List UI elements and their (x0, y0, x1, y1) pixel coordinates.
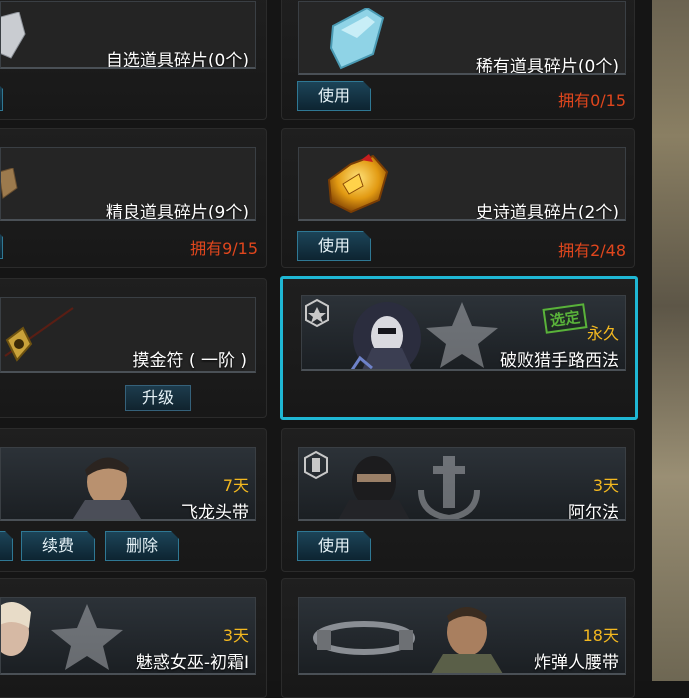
item-duration: 3天 (592, 476, 619, 495)
item-duration: 7天 (222, 476, 249, 495)
item-name: 飞龙头带 (181, 503, 249, 521)
item-card-fine-fragment[interactable]: 精良道具碎片(9个) 拥有9/15 (0, 128, 267, 268)
item-duration: 永久 (586, 324, 619, 343)
item-duration: 18天 (582, 626, 619, 645)
owned-count: 拥有9/15 (190, 239, 258, 258)
item-name: 史诗道具碎片(2个) (475, 203, 619, 221)
item-thumb: 7天 飞龙头带 (0, 447, 256, 521)
use-button[interactable]: 使用 (297, 531, 371, 561)
item-thumb: 3天 魅惑女巫-初霜Ⅰ (0, 597, 256, 675)
item-name: 炸弹人腰带 (534, 653, 619, 673)
item-thumb: 摸金符 ( 一阶 ) (0, 297, 256, 373)
character-portrait (1, 602, 31, 656)
item-name: 精良道具碎片(9个) (105, 203, 249, 221)
star-emblem (426, 302, 498, 368)
use-button[interactable] (0, 229, 3, 259)
use-button[interactable] (0, 531, 13, 561)
item-card-witch[interactable]: 3天 魅惑女巫-初霜Ⅰ (0, 578, 267, 698)
item-card-flying-dragon-headband[interactable]: 7天 飞龙头带 续费 删除 (0, 428, 267, 572)
item-name: 破败猎手路西法 (500, 351, 619, 371)
item-name: 摸金符 ( 一阶 ) (132, 351, 247, 371)
item-card-bomber-belt[interactable]: 18天 炸弹人腰带 (281, 578, 635, 698)
item-thumb: 稀有道具碎片(0个) (298, 1, 626, 75)
rank-badge-icon (305, 298, 329, 328)
character-portrait (338, 456, 410, 519)
use-button[interactable]: 使用 (297, 231, 371, 261)
item-thumb: 史诗道具碎片(2个) (298, 147, 626, 221)
item-thumb: 自选道具碎片(0个) (0, 1, 256, 69)
use-button[interactable]: 使用 (297, 81, 371, 111)
selected-stamp: 选定 (542, 303, 588, 334)
item-name: 阿尔法 (568, 503, 619, 521)
wreath-emblem (418, 456, 480, 519)
item-card-epic-fragment[interactable]: 史诗道具碎片(2个) 使用 拥有2/48 (281, 128, 635, 268)
item-card-rare-fragment[interactable]: 稀有道具碎片(0个) 使用 拥有0/15 (281, 0, 635, 120)
renew-button[interactable]: 续费 (21, 531, 95, 561)
item-card-alpha[interactable]: 3天 阿尔法 使用 (281, 428, 635, 572)
rank-badge-icon (304, 450, 328, 480)
item-card-custom-fragment[interactable]: 自选道具碎片(0个) (0, 0, 267, 120)
item-name: 自选道具碎片(0个) (105, 51, 249, 69)
crystal-icon (1, 12, 26, 59)
item-card-mojin-talisman[interactable]: 摸金符 ( 一阶 ) 升级 (0, 278, 267, 418)
owned-count: 拥有0/15 (558, 91, 626, 110)
item-thumb: 精良道具碎片(9个) (0, 147, 256, 221)
fine-fragment-icon (1, 168, 18, 199)
item-thumb: 选定 永久 破败猎手路西法 (301, 295, 626, 371)
upgrade-button[interactable]: 升级 (125, 385, 191, 411)
item-name: 稀有道具碎片(0个) (475, 57, 619, 75)
item-card-lucifer[interactable]: 选定 永久 破败猎手路西法 (280, 276, 638, 420)
item-duration: 3天 (222, 626, 249, 645)
character-portrait (431, 607, 503, 673)
inventory-panel: 自选道具碎片(0个) 稀有道具碎片(0个) 使用 拥有0/15 精良道具碎片(9… (0, 0, 652, 698)
owned-count: 拥有2/48 (558, 241, 626, 260)
epic-fragment-icon (327, 154, 389, 214)
item-name: 魅惑女巫-初霜Ⅰ (135, 653, 249, 673)
star-emblem (51, 604, 123, 670)
rare-fragment-icon (329, 8, 385, 70)
character-portrait (72, 457, 142, 519)
use-button[interactable] (0, 81, 3, 111)
game-scene-background (652, 0, 689, 681)
delete-button[interactable]: 删除 (105, 531, 179, 561)
item-thumb: 18天 炸弹人腰带 (298, 597, 626, 675)
item-thumb: 3天 阿尔法 (298, 447, 626, 521)
talisman-icon (4, 307, 74, 362)
belt-icon (313, 621, 415, 655)
